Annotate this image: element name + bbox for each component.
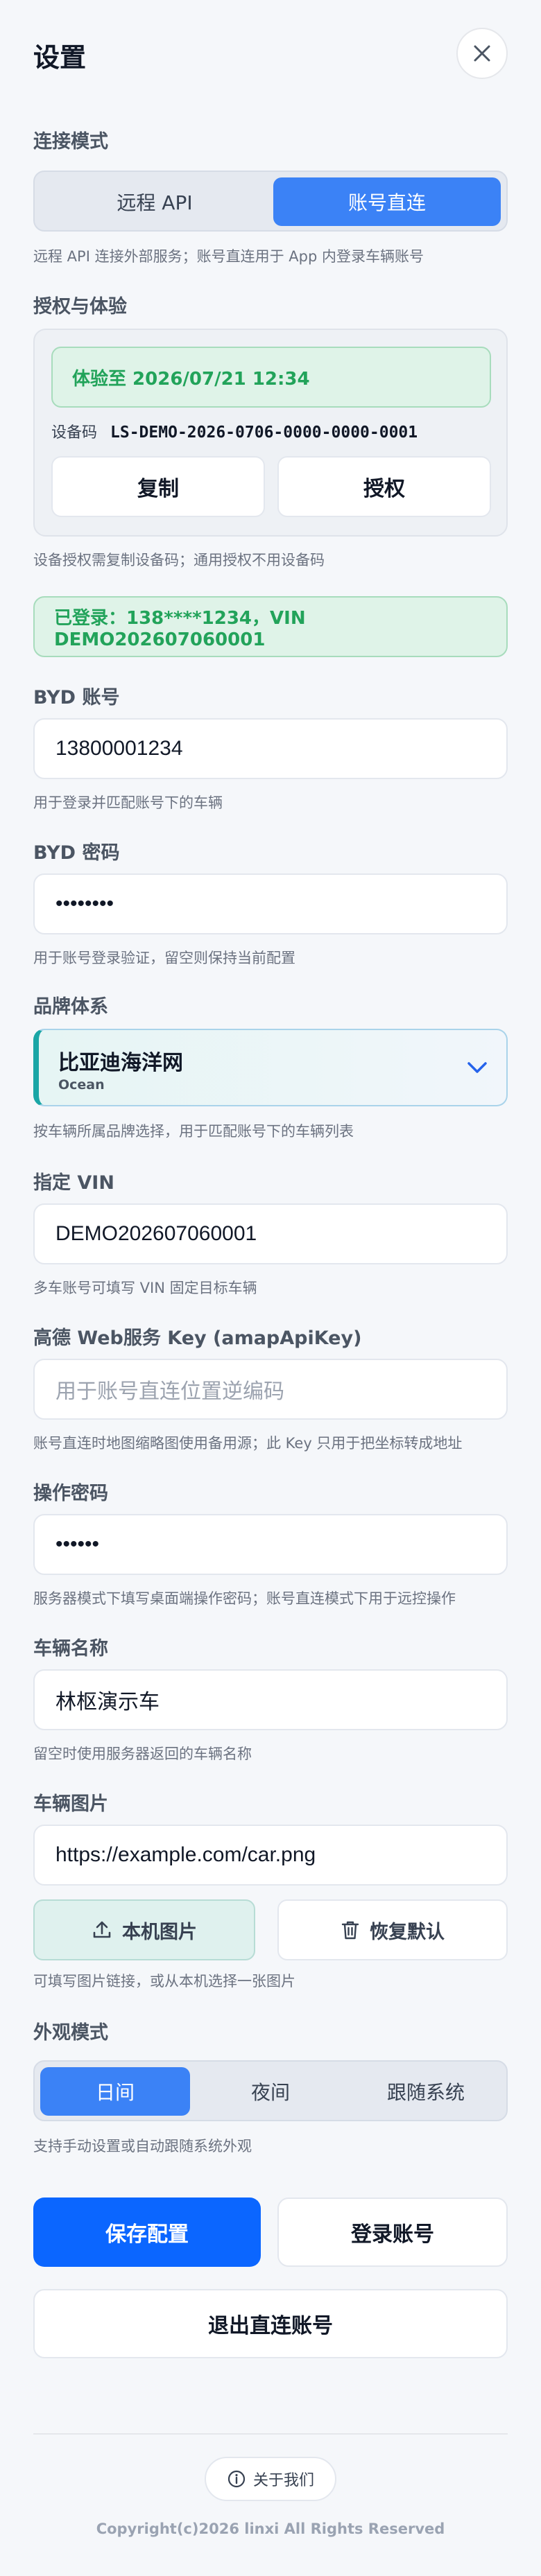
page-title: 设置 [33, 42, 87, 73]
brand-name: 比亚迪海洋网 [58, 1051, 183, 1075]
upload-image-button[interactable]: 本机图片 [33, 1899, 255, 1960]
device-code-label: 设备码 [51, 424, 98, 442]
vehicle-name-input[interactable]: 林枢演示车 [33, 1669, 508, 1730]
brand-label: 品牌体系 [33, 996, 108, 1018]
vehicle-image-input[interactable]: https://example.com/car.png [33, 1825, 508, 1886]
trial-badge: 体验至 2026/07/21 12:34 [51, 347, 491, 408]
amap-key-label: 高德 Web服务 Key (amapApiKey) [33, 1328, 362, 1349]
op-password-label: 操作密码 [33, 1483, 108, 1504]
appearance-segment: 日间 夜间 跟随系统 [33, 2060, 508, 2121]
save-button[interactable]: 保存配置 [33, 2198, 261, 2267]
connection-mode-hint: 远程 API 连接外部服务；账号直连用于 App 内登录车辆账号 [33, 248, 424, 265]
brand-select[interactable]: 比亚迪海洋网 Ocean [33, 1029, 508, 1106]
connection-mode-segment: 远程 API 账号直连 [33, 171, 508, 232]
info-icon [227, 2470, 246, 2488]
reset-image-button[interactable]: 恢复默认 [277, 1899, 508, 1960]
vin-input[interactable]: DEMO202607060001 [33, 1203, 508, 1264]
upload-icon [93, 1921, 111, 1938]
auth-label: 授权与体验 [33, 296, 127, 317]
byd-password-input[interactable]: •••••••• [33, 873, 508, 934]
amap-key-hint: 账号直连时地图缩略图使用备用源；此 Key 只用于把坐标转成地址 [33, 1435, 463, 1452]
appearance-option-night[interactable]: 夜间 [196, 2067, 345, 2116]
vin-hint: 多车账号可填写 VIN 固定目标车辆 [33, 1280, 257, 1296]
reset-image-label: 恢复默认 [370, 1921, 445, 1943]
appearance-option-day[interactable]: 日间 [40, 2067, 190, 2116]
device-code-row: 设备码 LS-DEMO-2026-0706-0000-0000-0001 [51, 420, 418, 442]
trash-icon [341, 1921, 359, 1940]
byd-password-hint: 用于账号登录验证，留空则保持当前配置 [33, 950, 295, 966]
device-code-value: LS-DEMO-2026-0706-0000-0000-0001 [110, 424, 418, 442]
byd-account-hint: 用于登录并匹配账号下的车辆 [33, 794, 223, 811]
vin-label: 指定 VIN [33, 1172, 114, 1194]
vehicle-image-hint: 可填写图片链接，或从本机选择一张图片 [33, 1973, 295, 1990]
appearance-label: 外观模式 [33, 2022, 108, 2044]
connection-mode-label: 连接模式 [33, 131, 108, 153]
about-label: 关于我们 [252, 2472, 314, 2489]
copyright-text: Copyright(c)2026 linxi All Rights Reserv… [96, 2521, 445, 2537]
header: 设置 [33, 0, 508, 104]
brand-subtitle: Ocean [58, 1077, 105, 1093]
logout-button[interactable]: 退出直连账号 [33, 2289, 508, 2358]
close-button[interactable] [456, 28, 508, 79]
op-password-hint: 服务器模式下填写桌面端操作密码；账号直连模式下用于远控操作 [33, 1590, 456, 1607]
connection-option-account-direct[interactable]: 账号直连 [273, 177, 501, 226]
chevron-down-icon [467, 1062, 487, 1073]
connection-option-remote-api[interactable]: 远程 API [40, 177, 269, 226]
login-status-badge: 已登录：138****1234，VIN DEMO202607060001 [33, 596, 508, 657]
byd-password-label: BYD 密码 [33, 842, 120, 864]
vehicle-name-hint: 留空时使用服务器返回的车辆名称 [33, 1746, 252, 1762]
upload-image-label: 本机图片 [122, 1921, 197, 1943]
vehicle-image-label: 车辆图片 [33, 1793, 108, 1815]
auth-panel: 体验至 2026/07/21 12:34 设备码 LS-DEMO-2026-07… [33, 329, 508, 537]
login-button[interactable]: 登录账号 [277, 2198, 508, 2267]
op-password-input[interactable]: •••••• [33, 1514, 508, 1575]
copy-button[interactable]: 复制 [51, 456, 265, 517]
byd-account-label: BYD 账号 [33, 687, 120, 708]
appearance-option-system[interactable]: 跟随系统 [351, 2067, 501, 2116]
appearance-hint: 支持手动设置或自动跟随系统外观 [33, 2138, 252, 2155]
byd-account-input[interactable]: 13800001234 [33, 718, 508, 779]
close-icon [474, 45, 490, 62]
brand-hint: 按车辆所属品牌选择，用于匹配账号下的车辆列表 [33, 1123, 354, 1140]
vehicle-name-label: 车辆名称 [33, 1638, 108, 1660]
auth-hint: 设备授权需复制设备码；通用授权不用设备码 [33, 552, 325, 568]
about-button[interactable]: 关于我们 [205, 2457, 336, 2501]
footer-divider [33, 2433, 508, 2435]
amap-key-input[interactable]: 用于账号直连位置逆编码 [33, 1359, 508, 1420]
authorize-button[interactable]: 授权 [277, 456, 491, 517]
